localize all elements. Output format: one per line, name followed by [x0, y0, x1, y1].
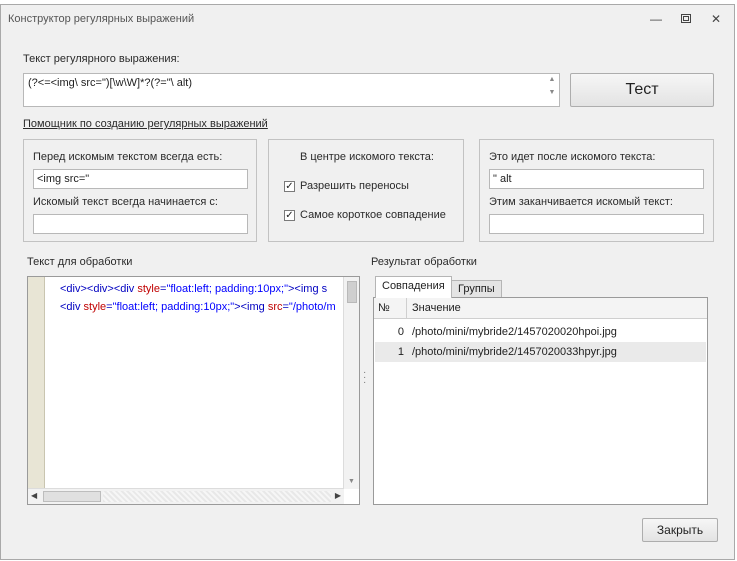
scroll-up-icon[interactable]: ▲: [547, 76, 557, 83]
results-grid[interactable]: № Значение 0 /photo/mini/mybride2/145702…: [373, 297, 708, 505]
ends-with-input[interactable]: [489, 214, 704, 234]
editor-vscrollbar[interactable]: ▼: [343, 277, 359, 489]
regex-label: Текст регулярного выражения:: [23, 53, 180, 65]
allow-wrap-checkbox[interactable]: ✓ Разрешить переносы: [284, 180, 409, 192]
allow-wrap-label: Разрешить переносы: [300, 180, 409, 192]
regex-value: (?<=<img\ src=")[\w\W]*?(?="\ alt): [28, 77, 192, 89]
test-button[interactable]: Тест: [570, 73, 714, 107]
scroll-down-icon[interactable]: ▼: [547, 89, 557, 96]
before-text-group: Перед искомым текстом всегда есть: <img …: [23, 139, 257, 242]
editor-content: <div><div><div style="float:left; paddin…: [60, 280, 343, 316]
after-text-group: Это идет после искомого текста: " alt Эт…: [479, 139, 714, 242]
checkmark-icon[interactable]: ✓: [284, 209, 295, 221]
splitter-grip-icon[interactable]: · · ·: [363, 368, 367, 388]
before-value: <img src=": [37, 173, 90, 185]
starts-with-input[interactable]: [33, 214, 248, 234]
shortest-match-checkbox[interactable]: ✓ Самое короткое совпадение: [284, 209, 446, 221]
editor-gutter: [28, 277, 45, 489]
window-title: Конструктор регулярных выражений: [8, 13, 195, 25]
table-row[interactable]: 1 /photo/mini/mybride2/1457020033hpyr.jp…: [375, 342, 706, 362]
input-text-label: Текст для обработки: [27, 256, 133, 268]
tab-matches[interactable]: Совпадения: [375, 276, 452, 298]
code-line: <div style="float:left; padding:10px;"><…: [60, 301, 336, 313]
column-header-number[interactable]: №: [378, 302, 390, 314]
maximize-icon[interactable]: [677, 11, 695, 27]
scroll-right-icon[interactable]: ▶: [335, 491, 341, 500]
row-value: /photo/mini/mybride2/1457020020hpoi.jpg: [412, 326, 617, 338]
tab-groups[interactable]: Группы: [451, 280, 502, 298]
regex-builder-window: Конструктор регулярных выражений — ✕ Тек…: [0, 4, 735, 560]
code-line: <div><div><div style="float:left; paddin…: [60, 283, 328, 295]
shortest-match-label: Самое короткое совпадение: [300, 209, 446, 221]
checkmark-icon[interactable]: ✓: [284, 180, 295, 192]
column-header-value[interactable]: Значение: [412, 302, 461, 314]
scroll-thumb[interactable]: [347, 281, 357, 303]
center-label: В центре искомого текста:: [300, 151, 434, 163]
scroll-track[interactable]: [103, 491, 331, 502]
row-number: 0: [397, 326, 404, 338]
starts-with-label: Искомый текст всегда начинается с:: [33, 196, 218, 208]
scroll-left-icon[interactable]: ◀: [31, 491, 37, 500]
close-button[interactable]: Закрыть: [642, 518, 718, 542]
after-value: " alt: [493, 173, 512, 185]
scroll-thumb[interactable]: [43, 491, 101, 502]
input-text-editor[interactable]: <div><div><div style="float:left; paddin…: [27, 276, 360, 505]
before-input[interactable]: <img src=": [33, 169, 248, 189]
column-divider: [406, 298, 407, 319]
after-input[interactable]: " alt: [489, 169, 704, 189]
row-number: 1: [397, 346, 404, 358]
result-label: Результат обработки: [371, 256, 477, 268]
table-row[interactable]: 0 /photo/mini/mybride2/1457020020hpoi.jp…: [375, 322, 706, 342]
row-value: /photo/mini/mybride2/1457020033hpyr.jpg: [412, 346, 617, 358]
titlebar: Конструктор регулярных выражений — ✕: [1, 5, 734, 33]
editor-hscrollbar[interactable]: ◀ ▶: [28, 488, 344, 504]
ends-with-label: Этим заканчивается искомый текст:: [489, 196, 673, 208]
regex-input[interactable]: (?<=<img\ src=")[\w\W]*?(?="\ alt) ▲ ▼: [23, 73, 560, 107]
regex-helper-link[interactable]: Помощник по созданию регулярных выражени…: [23, 118, 268, 130]
regex-scrollbar[interactable]: ▲ ▼: [547, 76, 557, 104]
scroll-down-icon[interactable]: ▼: [344, 478, 359, 485]
grid-header: № Значение: [374, 298, 707, 319]
minimize-icon[interactable]: —: [647, 11, 665, 27]
after-label: Это идет после искомого текста:: [489, 151, 656, 163]
close-icon[interactable]: ✕: [707, 11, 725, 27]
before-label: Перед искомым текстом всегда есть:: [33, 151, 223, 163]
center-text-group: В центре искомого текста: ✓ Разрешить пе…: [268, 139, 464, 242]
